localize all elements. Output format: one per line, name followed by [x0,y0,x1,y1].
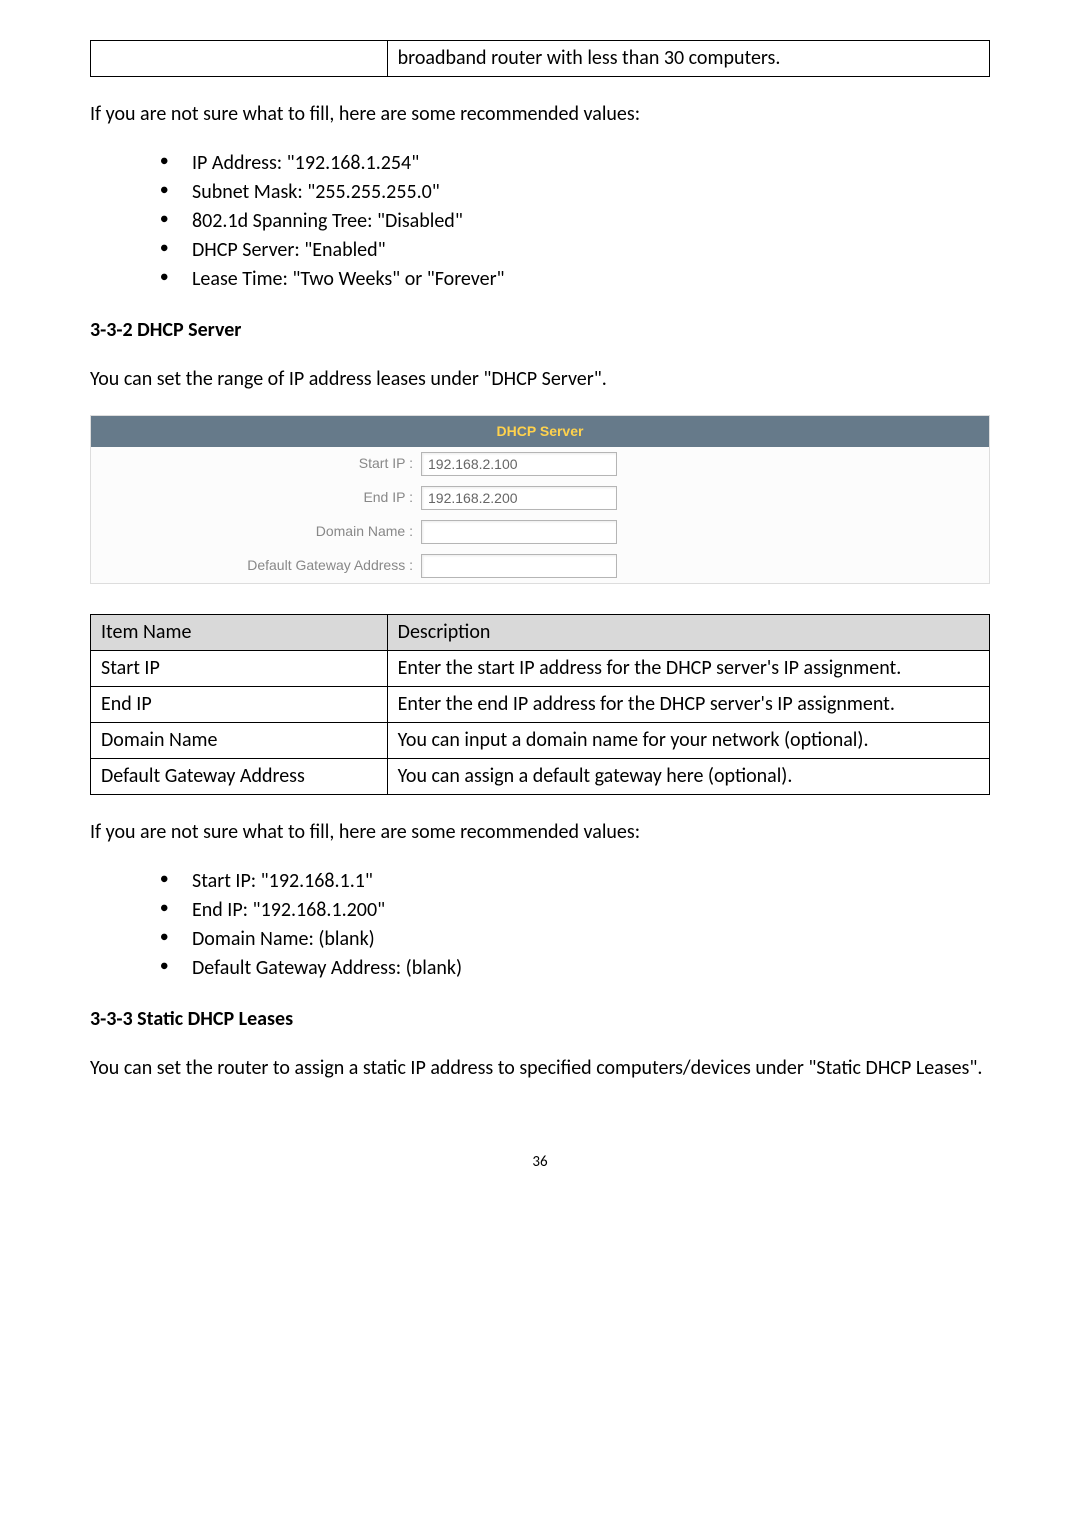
dhcp-label: Default Gateway Address : [91,556,421,575]
list-item: Default Gateway Address: (blank) [160,955,990,982]
dhcp-panel-title: DHCP Server [91,416,989,447]
intro-paragraph-1: If you are not sure what to fill, here a… [90,101,990,128]
dhcp-label: End IP : [91,488,421,507]
list-item: Lease Time: "Two Weeks" or "Forever" [160,266,990,293]
dhcp-server-panel: DHCP Server Start IP : End IP : Domain N… [90,415,990,584]
end-ip-input[interactable] [421,486,617,510]
list-item: End IP: "192.168.1.200" [160,897,990,924]
intro-paragraph-2: If you are not sure what to fill, here a… [90,819,990,846]
table-row: Default Gateway Address You can assign a… [91,758,990,794]
dhcp-row-domain-name: Domain Name : [91,515,989,549]
top-note-text: broadband router with less than 30 compu… [387,41,989,77]
top-note-empty [91,41,388,77]
list-item: DHCP Server: "Enabled" [160,237,990,264]
section-paragraph-1: You can set the range of IP address leas… [90,366,990,393]
list-item: IP Address: "192.168.1.254" [160,150,990,177]
section-paragraph-2: You can set the router to assign a stati… [90,1055,990,1082]
table-cell-desc: You can input a domain name for your net… [387,722,989,758]
domain-name-input[interactable] [421,520,617,544]
table-row: Start IP Enter the start IP address for … [91,650,990,686]
table-cell-name: Start IP [91,650,388,686]
section-heading-dhcp-server: 3-3-2 DHCP Server [90,317,990,344]
page-number: 36 [90,1152,990,1172]
dhcp-label: Domain Name : [91,522,421,541]
table-row: End IP Enter the end IP address for the … [91,686,990,722]
dhcp-row-default-gateway: Default Gateway Address : [91,549,989,583]
table-row: Domain Name You can input a domain name … [91,722,990,758]
dhcp-label: Start IP : [91,454,421,473]
list-item: Domain Name: (blank) [160,926,990,953]
table-header-description: Description [387,614,989,650]
table-cell-name: Default Gateway Address [91,758,388,794]
table-cell-desc: You can assign a default gateway here (o… [387,758,989,794]
default-gateway-input[interactable] [421,554,617,578]
recommended-values-list-2: Start IP: "192.168.1.1" End IP: "192.168… [90,868,990,982]
table-cell-desc: Enter the end IP address for the DHCP se… [387,686,989,722]
recommended-values-list-1: IP Address: "192.168.1.254" Subnet Mask:… [90,150,990,293]
dhcp-description-table: Item Name Description Start IP Enter the… [90,614,990,795]
list-item: Subnet Mask: "255.255.255.0" [160,179,990,206]
table-cell-name: Domain Name [91,722,388,758]
start-ip-input[interactable] [421,452,617,476]
table-cell-desc: Enter the start IP address for the DHCP … [387,650,989,686]
dhcp-row-end-ip: End IP : [91,481,989,515]
top-note-table: broadband router with less than 30 compu… [90,40,990,77]
table-header-item-name: Item Name [91,614,388,650]
dhcp-row-start-ip: Start IP : [91,447,989,481]
list-item: Start IP: "192.168.1.1" [160,868,990,895]
section-heading-static-dhcp: 3-3-3 Static DHCP Leases [90,1006,990,1033]
list-item: 802.1d Spanning Tree: "Disabled" [160,208,990,235]
table-cell-name: End IP [91,686,388,722]
